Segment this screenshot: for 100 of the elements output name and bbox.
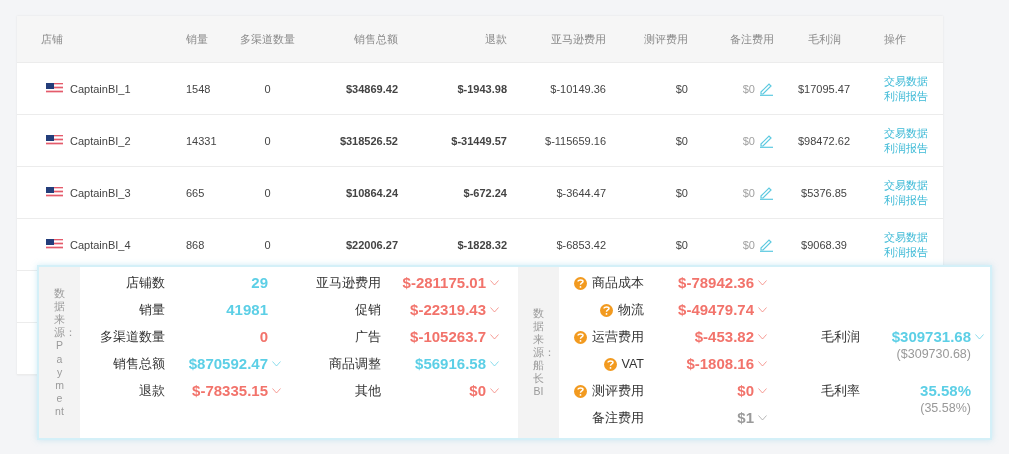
- report-link[interactable]: 利润报告: [884, 88, 943, 104]
- column-header: 销售总额: [353, 31, 399, 47]
- table-cell-text: $-31449.57: [450, 134, 508, 147]
- summary-label: 广告: [355, 329, 381, 346]
- column-header: 多渠道数量: [239, 31, 296, 47]
- column-header: 退款: [484, 31, 508, 47]
- table-cell-text: 0: [263, 186, 272, 199]
- chevron-icon[interactable]: [758, 334, 767, 340]
- flag-icon: [46, 83, 63, 94]
- edit-icon[interactable]: [759, 185, 774, 200]
- summary-value: $-22319.43: [410, 301, 486, 319]
- chevron-icon[interactable]: [490, 280, 499, 286]
- chevron-icon[interactable]: [758, 415, 767, 421]
- table-cell: $0: [742, 82, 755, 95]
- table-cell-text: $0: [674, 238, 689, 251]
- store-name: CaptainBI_1: [70, 82, 131, 95]
- summary-label: 亚马逊费用: [316, 275, 381, 292]
- flag-icon: [46, 135, 63, 146]
- report-link[interactable]: 利润报告: [884, 244, 943, 260]
- summary-label: VAT: [621, 356, 644, 373]
- chevron-icon[interactable]: [758, 280, 767, 286]
- flag-icon: [46, 187, 63, 198]
- table-cell-text: 0: [263, 82, 272, 95]
- help-icon[interactable]: [603, 357, 617, 371]
- summary-value: 41981: [226, 301, 268, 319]
- summary-label: 退款: [139, 383, 165, 400]
- chevron-icon[interactable]: [758, 361, 767, 367]
- summary-label: 运营费用: [592, 329, 644, 346]
- summary-value: $0: [737, 382, 754, 400]
- report-link[interactable]: 交易数据: [884, 73, 943, 89]
- column-header: 销量: [185, 31, 209, 47]
- table-cell-text: 1548: [185, 82, 212, 95]
- summary-label: 物流: [618, 302, 644, 319]
- column-header: 备注费用: [729, 31, 775, 47]
- summary-value: $-78335.15: [192, 382, 268, 400]
- table-cell-text: $0: [674, 134, 689, 147]
- summary-label: 销售总额: [113, 356, 165, 373]
- summary-label: 商品调整: [329, 356, 381, 373]
- report-link[interactable]: 交易数据: [884, 125, 943, 141]
- edit-icon[interactable]: [759, 237, 774, 252]
- table-cell-text: $98472.62: [797, 134, 851, 147]
- summary-label: 商品成本: [592, 275, 644, 292]
- summary-subvalue: ($309730.68): [896, 346, 971, 363]
- summary-label: 销量: [139, 302, 165, 319]
- summary-value: $-1808.16: [686, 355, 754, 373]
- store-name: CaptainBI_4: [70, 238, 131, 251]
- table-cell-text: $0: [674, 186, 689, 199]
- chevron-icon[interactable]: [490, 388, 499, 394]
- chevron-icon[interactable]: [490, 361, 499, 367]
- column-header: 亚马逊费用: [550, 31, 607, 47]
- help-icon[interactable]: [600, 303, 613, 317]
- report-link[interactable]: 利润报告: [884, 192, 943, 208]
- summary-value: 29: [251, 274, 268, 292]
- summary-subvalue: (35.58%): [920, 400, 971, 417]
- report-link[interactable]: 利润报告: [884, 140, 943, 156]
- chevron-icon[interactable]: [490, 334, 499, 340]
- report-link[interactable]: 交易数据: [884, 177, 943, 193]
- summary-value: $-453.82: [694, 328, 754, 346]
- column-header: 店铺: [40, 31, 64, 47]
- summary-label: 毛利率: [821, 383, 860, 400]
- report-link[interactable]: 交易数据: [884, 229, 943, 245]
- summary-value: $1: [737, 409, 754, 427]
- summary-value: $56916.58: [415, 355, 486, 373]
- summary-label: 促销: [355, 302, 381, 319]
- chevron-icon[interactable]: [272, 388, 281, 394]
- column-header: 毛利润: [806, 31, 842, 47]
- table-cell-text: $22006.27: [345, 238, 399, 251]
- edit-icon[interactable]: [759, 81, 774, 96]
- table-cell-text: $17095.47: [797, 82, 851, 95]
- table-cell-text: 665: [185, 186, 206, 199]
- chevron-icon[interactable]: [490, 307, 499, 313]
- summary-value: 35.58%: [920, 382, 971, 400]
- summary-label: 其他: [355, 383, 381, 400]
- help-icon[interactable]: [574, 330, 587, 344]
- column-header: 测评费用: [643, 31, 689, 47]
- summary-value: $870592.47: [188, 355, 268, 373]
- summary-label: 店铺数: [126, 275, 165, 292]
- summary-value: $309731.68: [891, 328, 971, 346]
- table-cell-text: $-6853.42: [555, 238, 607, 251]
- edit-icon[interactable]: [759, 133, 774, 148]
- table-cell-text: $-1943.98: [456, 82, 508, 95]
- chevron-icon[interactable]: [272, 361, 281, 367]
- summary-value: $0: [469, 382, 486, 400]
- chevron-icon[interactable]: [758, 388, 767, 394]
- table-cell-text: 0: [263, 134, 272, 147]
- summary-value: $-281175.01: [402, 274, 486, 292]
- store-name: CaptainBI_2: [70, 134, 131, 147]
- summary-label: 多渠道数量: [100, 329, 165, 346]
- table-cell-text: $-10149.36: [549, 82, 607, 95]
- table-cell-text: 868: [185, 238, 206, 251]
- table-cell-text: $-672.24: [462, 186, 508, 199]
- help-icon[interactable]: [574, 384, 587, 398]
- flag-icon: [46, 239, 63, 250]
- table-cell: $0: [742, 134, 755, 147]
- chevron-icon[interactable]: [758, 307, 767, 313]
- chevron-icon[interactable]: [975, 334, 984, 340]
- table-cell: $0: [742, 186, 755, 199]
- summary-label: 毛利润: [821, 329, 860, 346]
- table-cell-text: $5376.85: [800, 186, 848, 199]
- help-icon[interactable]: [574, 276, 587, 290]
